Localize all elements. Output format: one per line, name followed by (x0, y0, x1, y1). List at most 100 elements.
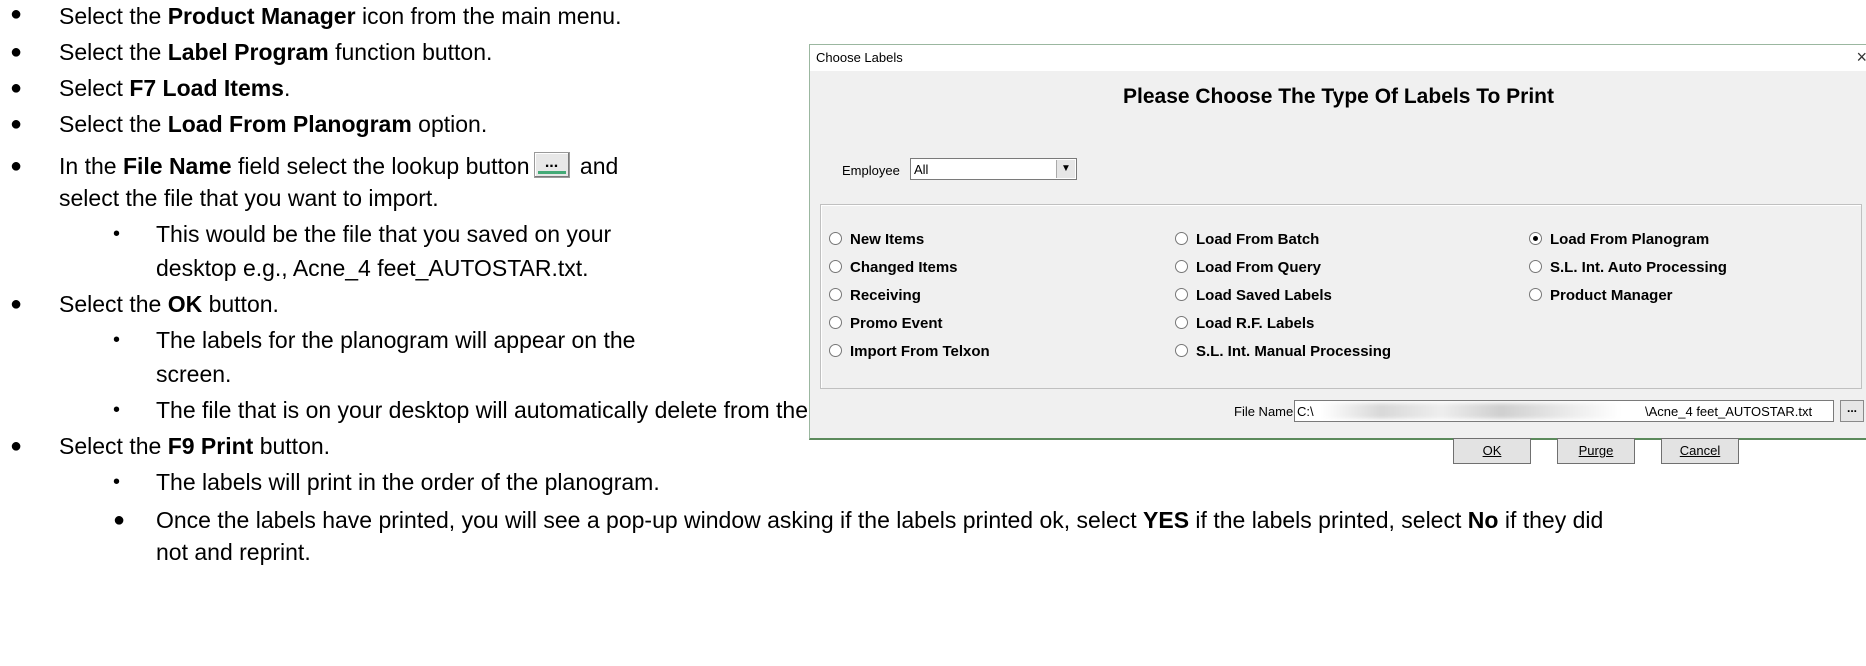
bullet: • (113, 329, 121, 351)
step-text: function button. (328, 39, 493, 65)
step-1: Select the Product Manager icon from the… (59, 2, 621, 30)
radio-load-rf[interactable]: Load R.F. Labels (1175, 315, 1314, 332)
file-path-prefix: C:\ (1297, 404, 1314, 419)
radio-circle[interactable] (829, 232, 842, 245)
step-text: and (573, 153, 619, 179)
step-text: Select the (59, 39, 168, 65)
radio-label: Load From Batch (1196, 231, 1320, 248)
radio-load-saved[interactable]: Load Saved Labels (1175, 287, 1332, 304)
step-bold: F7 Load Items (129, 75, 284, 101)
substep: Once the labels have printed, you will s… (156, 506, 1603, 534)
radio-sl-auto[interactable]: S.L. Int. Auto Processing (1529, 259, 1727, 276)
close-icon[interactable]: × (1856, 47, 1866, 68)
step-4: Select the Load From Planogram option. (59, 110, 487, 138)
substep: The labels will print in the order of th… (156, 469, 660, 495)
employee-value: All (914, 162, 929, 177)
radio-changed-items[interactable]: Changed Items (829, 259, 958, 276)
bullet: ● (10, 113, 23, 135)
substep-cont: not and reprint. (156, 539, 311, 565)
step-5-cont: select the file that you want to import. (59, 185, 439, 211)
radio-circle[interactable] (1175, 344, 1188, 357)
radio-label: Load From Planogram (1550, 231, 1710, 248)
cancel-button[interactable]: Cancel (1661, 438, 1739, 464)
radio-load-query[interactable]: Load From Query (1175, 259, 1321, 276)
bullet: • (113, 399, 121, 421)
step-6: Select the OK button. (59, 290, 279, 318)
substep: The file that is on your desktop will au… (156, 397, 902, 423)
file-name-label: File Name (1234, 404, 1294, 419)
step-3: Select F7 Load Items. (59, 74, 290, 102)
radio-load-planogram[interactable]: Load From Planogram (1529, 231, 1709, 248)
radio-import-telxon[interactable]: Import From Telxon (829, 343, 990, 360)
step-bold: OK (167, 291, 203, 317)
radio-circle[interactable] (1529, 288, 1542, 301)
step-bold: Product Manager (167, 3, 356, 29)
lookup-glyph: ... (544, 154, 559, 171)
step-text: Select the (59, 433, 168, 459)
step-text: button. (202, 291, 279, 317)
radio-circle[interactable] (1175, 232, 1188, 245)
radio-label: Receiving (850, 287, 921, 304)
bullet: ● (10, 77, 23, 99)
file-name-input[interactable]: C:\ \Acne_4 feet_AUTOSTAR.txt (1294, 400, 1834, 422)
bullet: ● (10, 155, 23, 177)
radio-label: Load Saved Labels (1196, 287, 1332, 304)
step-text: if the labels printed, select (1189, 507, 1468, 533)
step-text: Select (59, 75, 130, 101)
radio-new-items[interactable]: New Items (829, 231, 924, 248)
step-text: Select the (59, 3, 168, 29)
bullet: ● (10, 435, 23, 457)
step-text: Select the (59, 291, 168, 317)
radio-circle[interactable] (829, 288, 842, 301)
radio-promo-event[interactable]: Promo Event (829, 315, 943, 332)
bullet: ● (10, 3, 23, 25)
radio-circle[interactable] (829, 316, 842, 329)
step-7: Select the F9 Print button. (59, 432, 330, 460)
radio-label: S.L. Int. Manual Processing (1196, 343, 1392, 360)
radio-circle[interactable] (1175, 260, 1188, 273)
step-text: if they did (1498, 507, 1604, 533)
radio-label: Load R.F. Labels (1196, 315, 1315, 332)
employee-select[interactable]: All ▼ (910, 158, 1077, 180)
radio-label: Import From Telxon (850, 343, 990, 360)
ok-label: OK (1482, 443, 1502, 458)
step-5: In the File Name field select the lookup… (59, 152, 618, 180)
ellipsis-icon: ... (1846, 401, 1857, 415)
step-text: . (283, 75, 291, 101)
step-bold: YES (1143, 507, 1190, 533)
chevron-down-icon[interactable]: ▼ (1056, 160, 1075, 178)
radio-product-manager[interactable]: Product Manager (1529, 287, 1673, 304)
step-bold: No (1467, 507, 1499, 533)
lookup-icon: ... (533, 152, 570, 178)
dialog-headline: Please Choose The Type Of Labels To Prin… (1123, 85, 1554, 108)
bullet: • (113, 471, 121, 493)
substep: The labels for the planogram will appear… (156, 327, 636, 353)
radio-label: Product Manager (1550, 287, 1673, 304)
substep-cont: screen. (156, 361, 232, 387)
radio-receiving[interactable]: Receiving (829, 287, 921, 304)
radio-circle[interactable] (1175, 288, 1188, 301)
radio-load-batch[interactable]: Load From Batch (1175, 231, 1319, 248)
radio-label: S.L. Int. Auto Processing (1550, 259, 1727, 276)
purge-button[interactable]: Purge (1557, 438, 1635, 464)
bullet: ● (10, 293, 23, 315)
purge-label: Purge (1578, 443, 1614, 458)
bullet: ● (113, 509, 126, 531)
cancel-label: Cancel (1679, 443, 1721, 458)
label-type-group: New Items Changed Items Receiving Promo … (820, 204, 1862, 389)
radio-circle[interactable] (1529, 260, 1542, 273)
radio-circle[interactable] (829, 344, 842, 357)
radio-circle[interactable] (829, 260, 842, 273)
file-path-suffix: \Acne_4 feet_AUTOSTAR.txt (1645, 404, 1813, 419)
step-text: button. (253, 433, 331, 459)
step-bold: Label Program (167, 39, 329, 65)
radio-circle[interactable] (1175, 316, 1188, 329)
redacted-path (1321, 403, 1621, 419)
lookup-button[interactable]: ... (1840, 400, 1864, 422)
ok-button[interactable]: OK (1453, 438, 1531, 464)
step-bold: F9 Print (167, 433, 254, 459)
radio-circle-selected[interactable] (1529, 232, 1542, 245)
step-bold: Load From Planogram (167, 111, 412, 137)
substep-cont: desktop e.g., Acne_4 feet_AUTOSTAR.txt. (156, 255, 589, 281)
radio-sl-manual[interactable]: S.L. Int. Manual Processing (1175, 343, 1391, 360)
